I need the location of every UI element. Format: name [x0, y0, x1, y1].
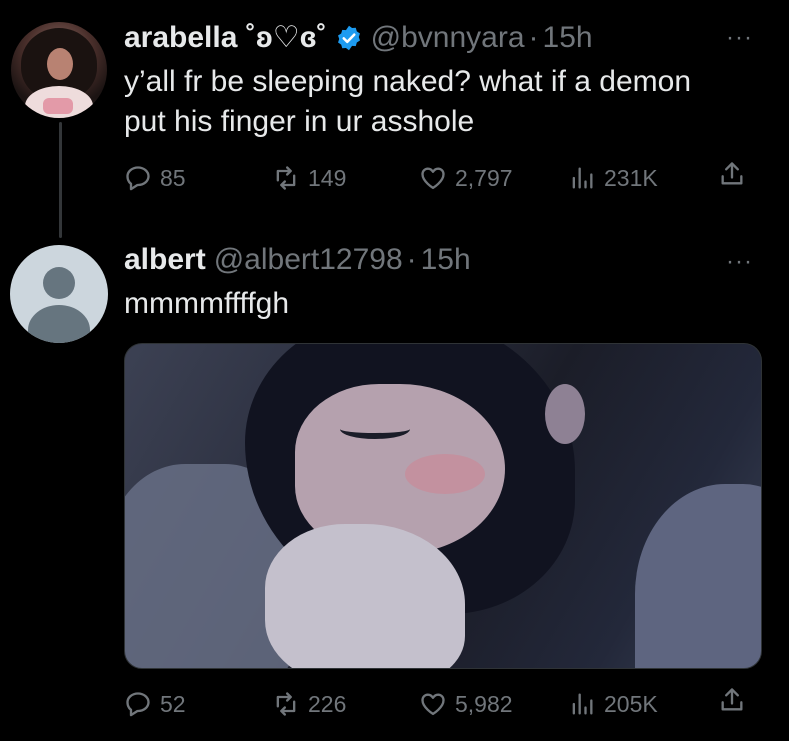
- handle[interactable]: @albert12798: [214, 242, 403, 278]
- tweet-2-header: albert @albert12798 · 15h: [124, 242, 471, 278]
- separator-dot: ·: [528, 21, 539, 54]
- display-name[interactable]: albert: [124, 242, 206, 278]
- views-button[interactable]: 205K: [568, 686, 658, 722]
- more-options-icon[interactable]: ···: [726, 252, 753, 272]
- view-count: 231K: [604, 165, 658, 191]
- tweet-text: y’all fr be sleeping naked? what if a de…: [124, 65, 692, 138]
- tweet-media-image[interactable]: [124, 343, 762, 669]
- repost-button[interactable]: 226: [272, 686, 346, 722]
- timestamp[interactable]: 15h: [543, 20, 593, 56]
- reply-icon: [126, 166, 150, 191]
- share-button[interactable]: [718, 160, 754, 188]
- tweet-2-actions: 52 226 5,982 205K: [124, 686, 764, 722]
- like-button[interactable]: 5,982: [419, 686, 513, 722]
- separator-dot: ·: [406, 243, 417, 276]
- avatar-arabella[interactable]: [11, 22, 107, 118]
- repost-count: 149: [308, 165, 347, 191]
- share-button[interactable]: [718, 686, 754, 714]
- like-count: 5,982: [455, 691, 513, 717]
- tweet-1-header: arabella ˚ʚ♡ɞ˚ @bvnnyara · 15h: [124, 20, 593, 56]
- reply-button[interactable]: 52: [124, 686, 186, 722]
- verified-badge-icon: [335, 24, 363, 52]
- display-name[interactable]: arabella ˚ʚ♡ɞ˚: [124, 20, 327, 56]
- reply-icon: [126, 692, 150, 717]
- views-chart-icon: [572, 693, 593, 715]
- repost-count: 226: [308, 691, 347, 717]
- thread-line: [59, 122, 62, 238]
- views-chart-icon: [572, 167, 593, 189]
- avatar-albert[interactable]: [10, 245, 108, 343]
- view-count: 205K: [604, 691, 658, 717]
- like-count: 2,797: [455, 165, 513, 191]
- heart-icon: [421, 167, 445, 190]
- like-button[interactable]: 2,797: [419, 160, 513, 196]
- heart-icon: [421, 693, 445, 716]
- repost-button[interactable]: 149: [272, 160, 346, 196]
- timestamp[interactable]: 15h: [421, 242, 471, 278]
- share-icon: [721, 162, 743, 185]
- repost-icon: [276, 166, 296, 190]
- reply-button[interactable]: 85: [124, 160, 186, 196]
- reply-count: 52: [160, 691, 186, 717]
- views-button[interactable]: 231K: [568, 160, 658, 196]
- more-options-icon[interactable]: ···: [726, 28, 753, 48]
- tweet-1-actions: 85 149 2,797 231K: [124, 160, 764, 196]
- reply-count: 85: [160, 165, 186, 191]
- repost-icon: [276, 692, 296, 716]
- share-icon: [721, 688, 743, 711]
- tweet-text: mmmmffffgh: [124, 287, 290, 320]
- handle[interactable]: @bvnnyara: [371, 20, 525, 56]
